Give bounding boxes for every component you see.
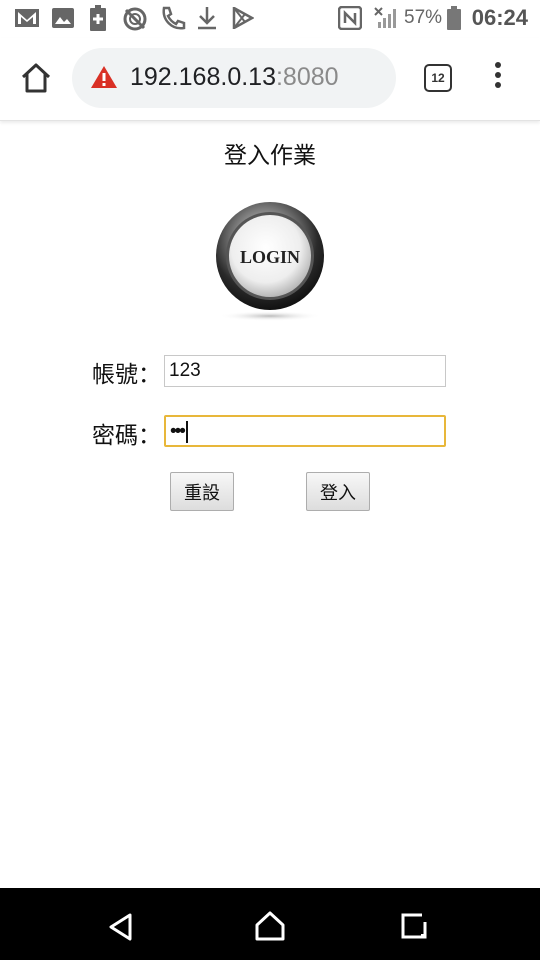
account-input[interactable]: 123 (164, 355, 446, 387)
logo-text: LOGIN (240, 247, 300, 267)
play-store-icon (232, 7, 254, 29)
menu-more-icon[interactable] (486, 62, 510, 96)
signal-icon (374, 7, 396, 28)
gmail-icon (15, 9, 39, 27)
nfc-icon (338, 6, 362, 30)
warning-icon[interactable] (90, 65, 118, 89)
address-bar[interactable]: 192.168.0.13:8080 (72, 48, 396, 108)
image-icon (52, 8, 74, 28)
navigation-bar (0, 888, 540, 960)
download-icon (198, 7, 216, 30)
page-title: 登入作業 (224, 143, 316, 169)
login-button[interactable]: 登入 (306, 472, 370, 511)
tab-switcher-button[interactable]: 12 (424, 64, 452, 92)
login-logo: LOGIN (216, 202, 324, 321)
phone-icon (162, 6, 186, 30)
battery-percent: 57% (404, 7, 443, 28)
home-icon[interactable] (18, 60, 54, 96)
battery-icon (447, 6, 461, 30)
no-sync-icon (123, 7, 147, 31)
password-input[interactable]: ••• (164, 415, 446, 447)
url-port: :8080 (275, 63, 339, 91)
back-icon[interactable] (106, 912, 136, 942)
password-label: 密碼： (92, 423, 161, 449)
browser-toolbar: 192.168.0.13:8080 12 (0, 38, 540, 121)
home-nav-icon[interactable] (254, 910, 286, 942)
clock-time: 06:24 (471, 5, 528, 30)
password-mask: ••• (170, 421, 186, 442)
recent-apps-icon[interactable] (400, 912, 428, 940)
account-label: 帳號： (92, 362, 161, 388)
tab-count: 12 (431, 71, 445, 85)
text-cursor (185, 420, 188, 443)
url-host: 192.168.0.13 (130, 63, 276, 91)
status-bar: 57% 06:24 (0, 0, 540, 38)
battery-saver-icon (90, 5, 106, 31)
url-text[interactable]: 192.168.0.13:8080 (130, 63, 339, 92)
reset-button[interactable]: 重設 (170, 472, 234, 511)
